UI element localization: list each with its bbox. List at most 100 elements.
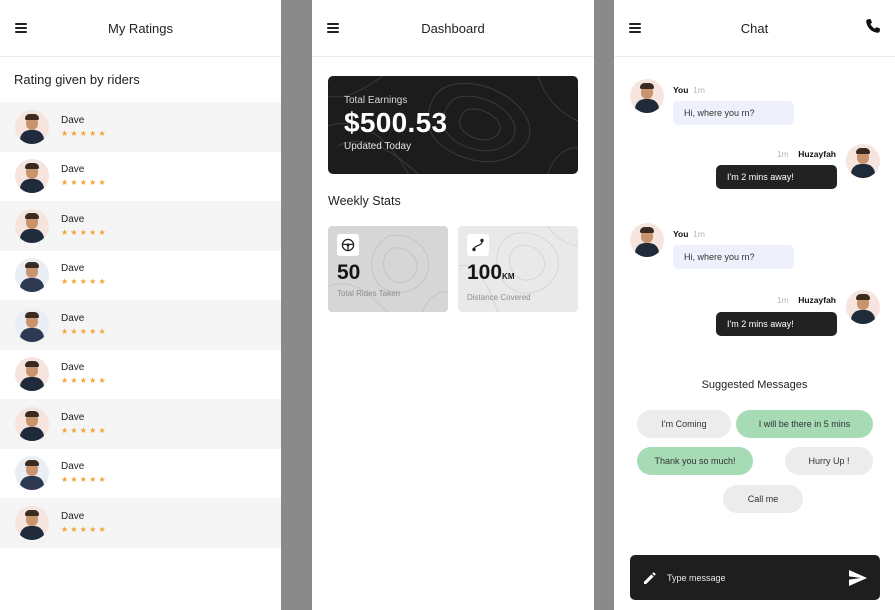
rating-item[interactable]: Dave ★★★★★ [0,449,281,499]
rider-name: Dave [61,213,85,225]
star-rating: ★★★★★ [61,178,108,188]
chat-header: Chat [614,0,895,57]
sender-name: You [673,229,689,239]
suggestion-chip[interactable]: I'm Coming [637,410,731,438]
rider-name: Dave [61,461,85,473]
star-rating: ★★★★★ [61,227,108,237]
sender-name: Huzayfah [798,295,836,305]
earnings-updated: Updated Today [344,141,412,152]
rider-name: Dave [61,312,85,324]
rating-item[interactable]: Dave ★★★★★ [0,102,281,152]
message-meta: 1m Huzayfah [777,149,836,159]
message-bubble: Hi, where you rn? [673,245,794,269]
message-meta: 1m Huzayfah [777,295,836,305]
message-meta: You 1m [673,85,705,95]
star-rating: ★★★★★ [61,524,108,534]
distance-value: 100KM [467,261,515,284]
rides-stat-card[interactable]: 50 Total Rides Taken [328,226,448,312]
avatar [15,109,49,144]
rating-item[interactable]: Dave ★★★★★ [0,350,281,400]
menu-icon[interactable] [327,23,339,33]
suggestion-chip[interactable]: Thank you so much! [637,447,753,475]
chat-message-outgoing: 1m Huzayfah I'm 2 mins away! [630,144,880,194]
ratings-screen: My Ratings Rating given by riders Dave ★★… [0,0,281,610]
avatar [15,307,49,342]
rating-item[interactable]: Dave ★★★★★ [0,201,281,251]
chat-message-incoming: You 1m Hi, where you rn? [630,223,880,273]
star-rating: ★★★★★ [61,277,108,287]
avatar [15,159,49,194]
suggested-messages-heading: Suggested Messages [701,379,808,391]
avatar [846,144,880,178]
page-title: My Ratings [107,20,174,36]
avatar [630,223,664,257]
section-heading: Rating given by riders [14,72,140,87]
rider-name: Dave [61,114,85,126]
chat-message-incoming: You 1m Hi, where you rn? [630,79,880,129]
earnings-card[interactable]: Total Earnings $500.53 Updated Today [328,76,578,174]
avatar [15,357,49,392]
message-composer: Type message [630,555,880,600]
rating-item[interactable]: Dave ★★★★★ [0,152,281,202]
rating-item[interactable]: Dave ★★★★★ [0,300,281,350]
send-icon[interactable] [848,569,868,587]
rider-name: Dave [61,362,85,374]
message-bubble: I'm 2 mins away! [716,312,837,336]
route-icon [467,234,489,256]
ratings-header: My Ratings [0,0,281,57]
message-meta: You 1m [673,229,705,239]
avatar [15,406,49,441]
chat-message-outgoing: 1m Huzayfah I'm 2 mins away! [630,290,880,340]
star-rating: ★★★★★ [61,326,108,336]
distance-stat-card[interactable]: 100KM Distance Covered [458,226,578,312]
rider-name: Dave [61,164,85,176]
page-title: Dashboard [421,20,485,36]
star-rating: ★★★★★ [61,475,108,485]
menu-icon[interactable] [15,23,27,33]
message-time: 1m [776,149,789,159]
star-rating: ★★★★★ [61,425,108,435]
rides-value: 50 [337,261,361,284]
phone-icon[interactable] [865,18,881,34]
rating-item[interactable]: Dave ★★★★★ [0,498,281,548]
page-title: Chat [740,20,769,36]
chat-screen: Chat You 1m Hi, where you rn? 1m Huzayfa… [614,0,895,610]
suggestion-chip[interactable]: Call me [723,485,803,513]
suggestion-chip[interactable]: Hurry Up ! [785,447,873,475]
message-time: 1m [776,295,789,305]
avatar [630,79,664,113]
weekly-stats-heading: Weekly Stats [328,194,401,208]
rides-label: Total Rides Taken [337,289,400,298]
rider-name: Dave [61,510,85,522]
avatar [15,208,49,243]
star-rating: ★★★★★ [61,128,108,138]
message-bubble: I'm 2 mins away! [716,165,837,189]
sender-name: Huzayfah [798,149,836,159]
rating-list: Dave ★★★★★ Dave ★★★★★ Dave ★★★★★ Dave ★★★★★ … [0,102,281,548]
message-bubble: Hi, where you rn? [673,101,794,125]
rating-item[interactable]: Dave ★★★★★ [0,399,281,449]
avatar [15,505,49,540]
stats-row: 50 Total Rides Taken 100KM Distance Cove… [328,226,578,312]
avatar [846,290,880,324]
rider-name: Dave [61,411,85,423]
sender-name: You [673,85,689,95]
dashboard-header: Dashboard [312,0,594,57]
steering-wheel-icon [337,234,359,256]
dashboard-screen: Dashboard Total Earnings $500.53 Updated… [312,0,594,610]
distance-unit: KM [502,272,515,281]
earnings-value: $500.53 [344,107,448,138]
earnings-label: Total Earnings [344,95,408,106]
message-time: 1m [693,85,705,95]
avatar [15,456,49,491]
suggestion-chip[interactable]: I will be there in 5 mins [736,410,873,438]
pencil-icon [644,571,656,584]
avatar [15,258,49,293]
rider-name: Dave [61,263,85,275]
message-input[interactable]: Type message [667,573,848,583]
star-rating: ★★★★★ [61,376,108,386]
menu-icon[interactable] [629,23,641,33]
distance-label: Distance Covered [467,293,531,302]
rating-item[interactable]: Dave ★★★★★ [0,251,281,301]
message-time: 1m [693,229,705,239]
